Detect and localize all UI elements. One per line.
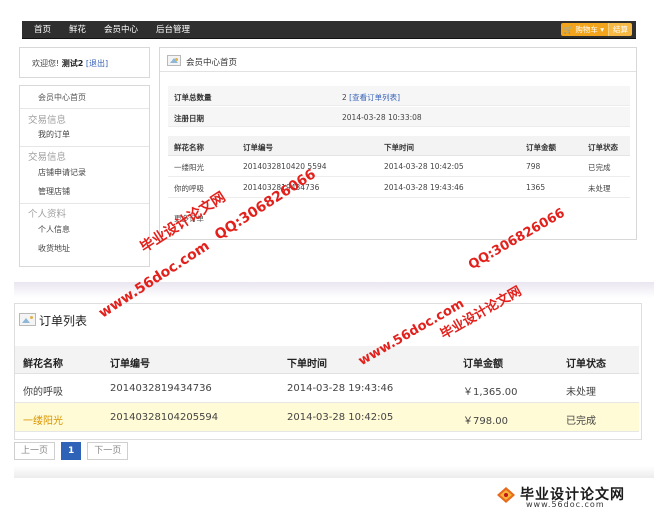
panel-header: 会员中心首页 [160, 48, 636, 72]
sidebar-group-title: 交易信息 [28, 115, 67, 126]
register-date-value: 2014-03-28 10:33:08 [342, 113, 422, 122]
picture-icon [167, 55, 181, 66]
cart-icon: 🛒 [563, 25, 573, 34]
table-header: 鲜花名称 订单编号 下单时间 订单金额 订单状态 [168, 136, 630, 156]
sidebar-item-member-home[interactable]: 会员中心首页 [38, 92, 86, 103]
nav-flowers[interactable]: 鲜花 [69, 21, 86, 39]
order-total-row: 订单总数量 2 [查看订单列表] [168, 86, 630, 106]
order-total-value: 2 [342, 93, 347, 102]
table-header: 鲜花名称 订单编号 下单时间 订单金额 订单状态 [15, 346, 639, 374]
sidebar-item-shop-applications[interactable]: 店铺申请记录 [38, 167, 86, 178]
panel-title: 会员中心首页 [186, 58, 238, 68]
checkout-button[interactable]: 结算 [608, 23, 632, 36]
cart-widget: 🛒 购物车 ▾ 结算 [560, 23, 632, 36]
footer-shadow [14, 466, 654, 478]
welcome-box: 欢迎您! 测试2 [退出] [19, 47, 150, 78]
sidebar-group-title: 交易信息 [28, 152, 67, 163]
register-date-row: 注册日期 2014-03-28 10:33:08 [168, 107, 630, 127]
panel-title: 订单列表 [39, 314, 88, 328]
sidebar-item-manage-shop[interactable]: 管理店铺 [38, 186, 70, 197]
member-center-panel: 会员中心首页 订单总数量 2 [查看订单列表] 注册日期 2014-03-28 … [159, 47, 637, 240]
view-orders-link[interactable]: [查看订单列表] [349, 93, 400, 102]
nav-member-center[interactable]: 会员中心 [104, 21, 138, 39]
logout-link[interactable]: [退出] [86, 59, 108, 68]
table-row[interactable]: 一缕阳光 20140328104205594 2014-03-28 10:42:… [15, 403, 639, 432]
divider [20, 108, 149, 109]
main-nav: 首页 鲜花 会员中心 后台管理 [34, 21, 208, 39]
table-row[interactable]: 你的呼吸 2014032819434736 2014-03-28 19:43:4… [15, 374, 639, 403]
username: 测试2 [61, 59, 84, 68]
table-row[interactable]: 一缕阳光 2014032810420 5594 2014-03-28 10:42… [168, 156, 630, 177]
prev-page-button[interactable]: 上一页 [14, 442, 56, 460]
logo-url: www.56doc.com [526, 500, 605, 509]
pagination: 上一页 1 下一页 [14, 442, 134, 460]
section-divider-shadow [14, 282, 654, 298]
cart-button[interactable]: 🛒 购物车 ▾ [560, 23, 608, 36]
welcome-prefix: 欢迎您! [32, 59, 60, 68]
picture-icon [19, 313, 36, 326]
sidebar-item-personal-info[interactable]: 个人信息 [38, 224, 70, 235]
site-logo: 毕业设计论文网 www.56doc.com [496, 484, 656, 510]
sidebar-item-shipping-address[interactable]: 收货地址 [38, 243, 70, 254]
top-nav-bar: 首页 鲜花 会员中心 后台管理 🛒 购物车 ▾ 结算 [22, 21, 636, 39]
sidebar-item-my-orders[interactable]: 我的订单 [38, 129, 70, 140]
divider [20, 146, 149, 147]
table-row[interactable]: 你的呼吸 2014032819434736 2014-03-28 19:43:4… [168, 177, 630, 198]
sidebar-menu: 会员中心首页 交易信息 我的订单 交易信息 店铺申请记录 管理店铺 个人资料 个… [19, 85, 150, 267]
next-page-button[interactable]: 下一页 [87, 442, 129, 460]
nav-home[interactable]: 首页 [34, 21, 51, 39]
nav-admin[interactable]: 后台管理 [156, 21, 190, 39]
order-list-panel: 订单列表 鲜花名称 订单编号 下单时间 订单金额 订单状态 你的呼吸 20140… [14, 303, 642, 440]
logo-mark-icon [497, 487, 515, 503]
sidebar-group-title: 个人资料 [28, 209, 67, 220]
divider [20, 203, 149, 204]
page-1-button[interactable]: 1 [61, 442, 82, 460]
chevron-down-icon: ▾ [600, 25, 604, 34]
